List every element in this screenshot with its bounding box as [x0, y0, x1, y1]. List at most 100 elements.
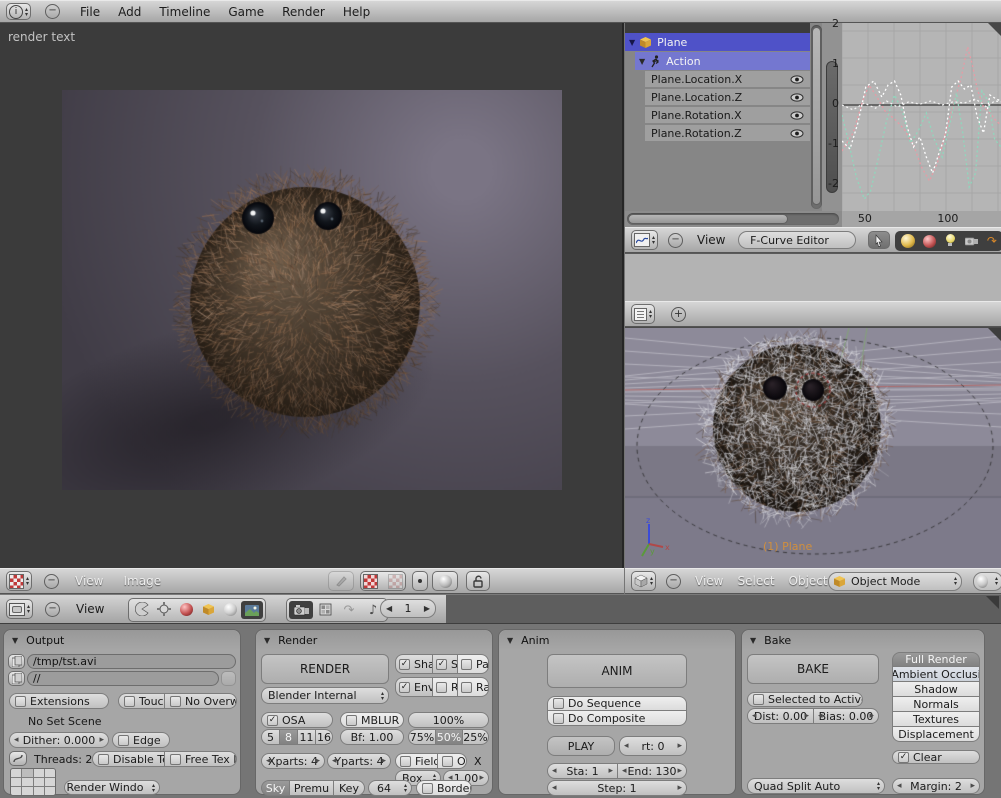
render-window-placement-widget[interactable]	[10, 768, 56, 796]
fcurve-graph-area[interactable]	[842, 23, 1001, 211]
sky-toggle[interactable]: Sky	[261, 780, 289, 796]
anim-button[interactable]: ANIM	[547, 654, 687, 688]
fields-toggle[interactable]: Fields	[395, 753, 437, 769]
quality-field[interactable]: 64	[368, 780, 412, 796]
anim-subcontext-icon[interactable]	[313, 601, 337, 620]
output-panel-header[interactable]: Output	[4, 630, 240, 650]
bake-panel-header[interactable]: Bake	[742, 630, 984, 650]
channel-row[interactable]: Plane.Location.Z	[645, 89, 810, 105]
size-75-button[interactable]: 75%	[408, 729, 435, 745]
scene-icon[interactable]	[965, 235, 979, 247]
menu-file[interactable]: File	[78, 0, 102, 25]
channel-row[interactable]: Plane.Rotation.Z	[645, 125, 810, 141]
edge-toggle[interactable]: Edge	[112, 732, 170, 748]
collapse-menus-icon[interactable]: −	[45, 4, 60, 19]
eye-icon[interactable]	[790, 93, 804, 102]
editor-type-button[interactable]: i	[6, 3, 31, 20]
margin-stepper[interactable]: Margin: 2	[892, 778, 980, 794]
object-context-icon[interactable]	[197, 601, 219, 620]
threads-auto-icon[interactable]	[9, 751, 27, 766]
quad-split-dropdown[interactable]: Quad Split Auto	[747, 778, 885, 794]
bake-mode-displacement[interactable]: Displacement	[892, 727, 980, 742]
draw-mode-sphere-button[interactable]	[432, 571, 458, 591]
render-button[interactable]: RENDER	[261, 654, 389, 684]
fcurve-mode-dropdown[interactable]: F-Curve Editor	[738, 231, 856, 249]
output-path-field[interactable]: /tmp/tst.avi	[27, 654, 236, 669]
size-50-button[interactable]: 50%	[435, 729, 462, 745]
sta-stepper[interactable]: Sta: 1	[547, 763, 617, 779]
osa-16-button[interactable]: 16	[315, 729, 333, 745]
osa-11-button[interactable]: 11	[297, 729, 315, 745]
frame-number-stepper[interactable]: ◀ 1 ▶	[380, 599, 436, 618]
buttons-menu-view[interactable]: View	[74, 596, 106, 622]
xparts-stepper[interactable]: Xparts: 4	[261, 753, 325, 769]
size-100-button[interactable]: 100%	[408, 712, 489, 728]
bake-mode-shadow[interactable]: Shadow	[892, 682, 980, 697]
bias-stepper[interactable]: Bias: 0.00	[813, 708, 879, 724]
logic-context-icon[interactable]	[131, 601, 153, 620]
menu-game[interactable]: Game	[226, 0, 266, 25]
image-editor-type-button[interactable]	[6, 571, 32, 591]
render-subcontext-icon[interactable]	[289, 601, 313, 619]
fcurve-editor-type-button[interactable]	[631, 230, 658, 250]
bake-mode-textures[interactable]: Textures	[892, 712, 980, 727]
dist-stepper[interactable]: Dist: 0.00	[747, 708, 813, 724]
do-composite-toggle[interactable]: Do Composite	[547, 711, 687, 726]
viewport-collapse-menus-icon[interactable]: −	[666, 574, 681, 589]
frame-prev-icon[interactable]: ◀	[386, 604, 392, 613]
extensions-toggle[interactable]: Extensions	[9, 693, 109, 709]
expand-triangle-icon[interactable]: ▼	[639, 57, 645, 66]
viewport-3d-content[interactable]	[625, 328, 1001, 568]
viewport-menu-select[interactable]: Select	[736, 568, 777, 594]
shadow-toggle[interactable]: Shad	[395, 654, 432, 674]
size-25-button[interactable]: 25%	[462, 729, 489, 745]
file-select-icon[interactable]	[8, 671, 25, 686]
paint-brush-icon[interactable]	[328, 571, 354, 591]
eye-icon[interactable]	[790, 75, 804, 84]
channel-object-row[interactable]: ▼ Plane	[625, 33, 810, 51]
text-editor-type-button[interactable]	[631, 304, 655, 324]
clear-toggle[interactable]: Clear	[892, 750, 980, 764]
image-menu-view[interactable]: View	[73, 568, 105, 594]
channel-row[interactable]: Plane.Rotation.X	[645, 107, 810, 123]
backbuf-use-icon[interactable]	[221, 671, 236, 686]
rotate-arrow-icon[interactable]: ↷	[987, 235, 997, 247]
fcurve-menu-view[interactable]: View	[695, 227, 727, 253]
channel-row[interactable]: Plane.Location.X	[645, 71, 810, 87]
bf-field[interactable]: Bf: 1.00	[340, 729, 404, 745]
osa-5-button[interactable]: 5	[261, 729, 279, 745]
frame-next-icon[interactable]: ▶	[424, 604, 430, 613]
editing-context-icon[interactable]	[219, 601, 241, 620]
script-context-icon[interactable]	[153, 601, 175, 620]
disable-tex-toggle[interactable]: Disable Te	[92, 751, 164, 767]
bake-mode-full-render[interactable]: Full Render	[892, 652, 980, 667]
buttons-collapse-menus-icon[interactable]: −	[45, 602, 60, 617]
mode-dropdown[interactable]: Object Mode	[828, 572, 962, 591]
pano-toggle[interactable]: Pano	[457, 654, 489, 674]
backbuf-path-field[interactable]: //	[27, 671, 219, 686]
anim-panel-header[interactable]: Anim	[499, 630, 735, 650]
area-corner-widget[interactable]	[988, 328, 1001, 341]
yparts-stepper[interactable]: Yparts: 4	[327, 753, 391, 769]
area-corner-widget[interactable]	[986, 596, 999, 609]
render-panel-header[interactable]: Render	[256, 630, 492, 650]
lamp-icon[interactable]	[944, 234, 956, 248]
bake-mode-ambient-occlusion[interactable]: Ambient Occlusi	[892, 667, 980, 682]
channel-scrollbar[interactable]	[811, 25, 822, 209]
viewport-3d-window[interactable]: z y x (1) Plane	[625, 327, 1001, 568]
editor-type-stepper-icon[interactable]	[25, 7, 28, 17]
fcurve-collapse-menus-icon[interactable]: −	[668, 233, 683, 248]
viewport-shading-dropdown[interactable]	[973, 572, 1001, 591]
image-browse-button[interactable]	[360, 571, 406, 591]
eye-icon[interactable]	[790, 111, 804, 120]
mblur-toggle[interactable]: MBLUR	[340, 712, 404, 728]
material-icon[interactable]	[923, 235, 936, 248]
odd-toggle[interactable]: Od	[437, 753, 467, 769]
envmap-toggle[interactable]: EnvM	[395, 677, 432, 697]
pin-dot-button[interactable]	[412, 571, 428, 591]
shading-context-icon[interactable]	[175, 601, 197, 620]
expand-triangle-icon[interactable]: ▼	[629, 38, 635, 47]
image-menu-image[interactable]: Image	[122, 568, 164, 594]
dither-slider[interactable]: Dither: 0.000	[9, 732, 109, 748]
no-overwrite-toggle[interactable]: No Overwrit	[164, 693, 237, 709]
